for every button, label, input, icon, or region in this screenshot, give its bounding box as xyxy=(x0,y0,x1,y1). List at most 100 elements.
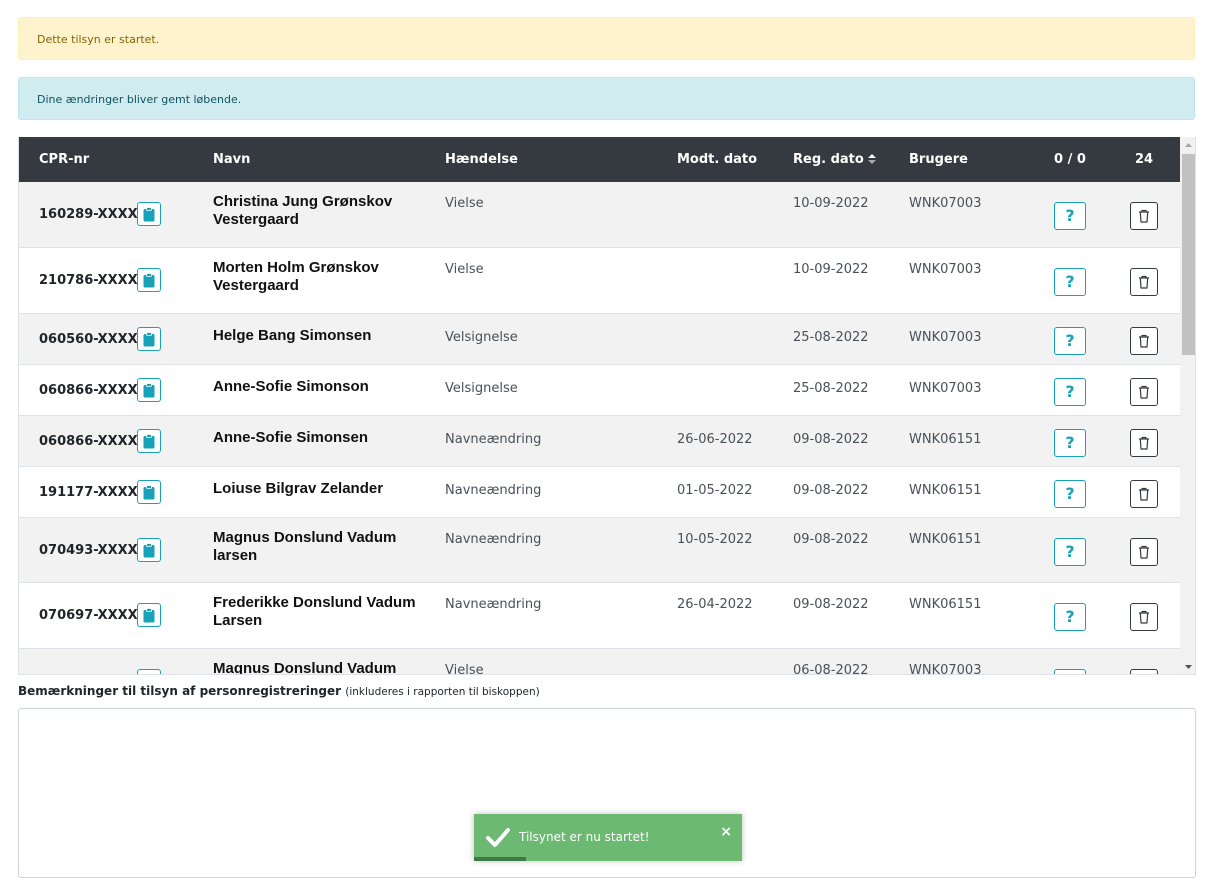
table-row: 191177-XXXX Loiuse Bilgrav Zelander Navneæ… xyxy=(19,467,1180,518)
header-reg-dato[interactable]: Reg. dato xyxy=(793,137,877,182)
cpr-cell: 070493-XXXX xyxy=(39,543,138,558)
question-button[interactable]: ? xyxy=(1054,327,1086,355)
delete-button[interactable] xyxy=(1130,202,1158,230)
toast-progress-bar xyxy=(474,857,526,861)
delete-button[interactable] xyxy=(1130,378,1158,406)
cpr-cell: 060866-XXXX xyxy=(39,434,138,449)
remarks-label-text: Bemærkninger til tilsyn af personregistr… xyxy=(18,684,342,698)
navn-cell: Anne-Sofie Simonsen xyxy=(213,429,369,446)
autosave-info-alert: Dine ændringer bliver gemt løbende. xyxy=(18,77,1195,120)
copy-cpr-button[interactable] xyxy=(137,202,161,226)
question-button[interactable]: ? xyxy=(1054,538,1086,566)
brugere-cell: WNK06151 xyxy=(909,532,982,547)
header-progress: 0 / 0 xyxy=(1054,152,1086,167)
cpr-cell: 191177-XXXX xyxy=(39,485,138,500)
scroll-up-arrow-icon[interactable] xyxy=(1180,137,1196,154)
question-button[interactable]: ? xyxy=(1054,669,1086,674)
reg-dato-cell: 25-08-2022 xyxy=(793,381,869,396)
haendelse-cell: Vielse xyxy=(445,663,484,675)
haendelse-cell: Velsignelse xyxy=(445,381,518,396)
header-reg-dato-label: Reg. dato xyxy=(793,152,864,167)
copy-cpr-button[interactable] xyxy=(137,268,161,292)
question-button[interactable]: ? xyxy=(1054,268,1086,296)
toast-message: Tilsynet er nu startet! xyxy=(519,830,650,844)
table-row: 070493-XXXX Magnus Donslund Vadum Vielse 06… xyxy=(19,649,1180,675)
modt-dato-cell: 01-05-2022 xyxy=(677,483,753,498)
reg-dato-cell: 10-09-2022 xyxy=(793,262,869,277)
remarks-label: Bemærkninger til tilsyn af personregistr… xyxy=(18,684,540,698)
question-button[interactable]: ? xyxy=(1054,603,1086,631)
reg-dato-cell: 06-08-2022 xyxy=(793,663,869,675)
toast-close-button[interactable]: × xyxy=(720,824,732,840)
modt-dato-cell: 10-05-2022 xyxy=(677,532,753,547)
scroll-down-arrow-icon[interactable] xyxy=(1180,658,1196,675)
cpr-cell: 070493-XXXX xyxy=(39,674,138,675)
copy-cpr-button[interactable] xyxy=(137,429,161,453)
trash-icon xyxy=(1139,334,1149,348)
delete-button[interactable] xyxy=(1130,538,1158,566)
haendelse-cell: Vielse xyxy=(445,262,484,277)
delete-button[interactable] xyxy=(1130,268,1158,296)
question-button[interactable]: ? xyxy=(1054,378,1086,406)
navn-cell: Morten Holm Grønskov Vestergaard xyxy=(213,259,379,294)
question-button[interactable]: ? xyxy=(1054,429,1086,457)
table-body: 160289-XXXX Christina Jung Grønskov Veste… xyxy=(19,182,1180,675)
modt-dato-cell: 26-04-2022 xyxy=(677,597,753,612)
trash-icon xyxy=(1139,209,1149,223)
copy-cpr-button[interactable] xyxy=(137,669,161,675)
table-row: 070493-XXXX Magnus Donslund Vadum larsen N… xyxy=(19,518,1180,583)
brugere-cell: WNK06151 xyxy=(909,597,982,612)
trash-icon xyxy=(1139,436,1149,450)
copy-cpr-button[interactable] xyxy=(137,327,161,351)
delete-button[interactable] xyxy=(1130,669,1158,674)
reg-dato-cell: 10-09-2022 xyxy=(793,196,869,211)
brugere-cell: WNK07003 xyxy=(909,330,982,345)
haendelse-cell: Vielse xyxy=(445,196,484,211)
trash-icon xyxy=(1139,385,1149,399)
reg-dato-cell: 09-08-2022 xyxy=(793,597,869,612)
table-header: CPR-nr Navn Hændelse Modt. dato Reg. dat… xyxy=(19,137,1180,182)
header-count: 24 xyxy=(1135,152,1154,167)
navn-cell: Frederikke Donslund Vadum Larsen xyxy=(213,594,416,629)
scroll-thumb[interactable] xyxy=(1182,154,1195,355)
haendelse-cell: Velsignelse xyxy=(445,330,518,345)
sort-icon[interactable] xyxy=(867,153,877,165)
delete-button[interactable] xyxy=(1130,327,1158,355)
table-scrollbar[interactable] xyxy=(1180,137,1196,675)
registrations-table: CPR-nr Navn Hændelse Modt. dato Reg. dat… xyxy=(18,137,1196,675)
trash-icon xyxy=(1139,275,1149,289)
navn-cell: Loiuse Bilgrav Zelander xyxy=(213,480,384,497)
cpr-cell: 210786-XXXX xyxy=(39,273,138,288)
reg-dato-cell: 09-08-2022 xyxy=(793,432,869,447)
success-toast: Tilsynet er nu startet! × xyxy=(474,814,742,861)
question-button[interactable]: ? xyxy=(1054,202,1086,230)
copy-cpr-button[interactable] xyxy=(137,378,161,402)
delete-button[interactable] xyxy=(1130,480,1158,508)
copy-cpr-button[interactable] xyxy=(137,538,161,562)
trash-icon xyxy=(1139,610,1149,624)
clipboard-icon xyxy=(143,608,155,623)
header-navn: Navn xyxy=(213,152,251,167)
clipboard-icon xyxy=(143,674,155,675)
copy-cpr-button[interactable] xyxy=(137,480,161,504)
delete-button[interactable] xyxy=(1130,429,1158,457)
haendelse-cell: Navneændring xyxy=(445,597,542,612)
question-button[interactable]: ? xyxy=(1054,480,1086,508)
haendelse-cell: Navneændring xyxy=(445,483,542,498)
clipboard-icon xyxy=(143,273,155,288)
reg-dato-cell: 09-08-2022 xyxy=(793,483,869,498)
cpr-cell: 060866-XXXX xyxy=(39,383,138,398)
navn-cell: Magnus Donslund Vadum xyxy=(213,660,397,675)
table-row: 060866-XXXX Anne-Sofie Simonson Velsignels… xyxy=(19,365,1180,416)
checkmark-icon xyxy=(486,828,510,847)
copy-cpr-button[interactable] xyxy=(137,603,161,627)
table-row: 060560-XXXX Helge Bang Simonsen Velsignels… xyxy=(19,314,1180,365)
navn-cell: Christina Jung Grønskov Vestergaard xyxy=(213,193,393,228)
table-row: 070697-XXXX Frederikke Donslund Vadum Lar… xyxy=(19,583,1180,649)
reg-dato-cell: 09-08-2022 xyxy=(793,532,869,547)
brugere-cell: WNK07003 xyxy=(909,663,982,675)
clipboard-icon xyxy=(143,383,155,398)
delete-button[interactable] xyxy=(1130,603,1158,631)
header-haendelse: Hændelse xyxy=(445,152,518,167)
cpr-cell: 160289-XXXX xyxy=(39,207,138,222)
